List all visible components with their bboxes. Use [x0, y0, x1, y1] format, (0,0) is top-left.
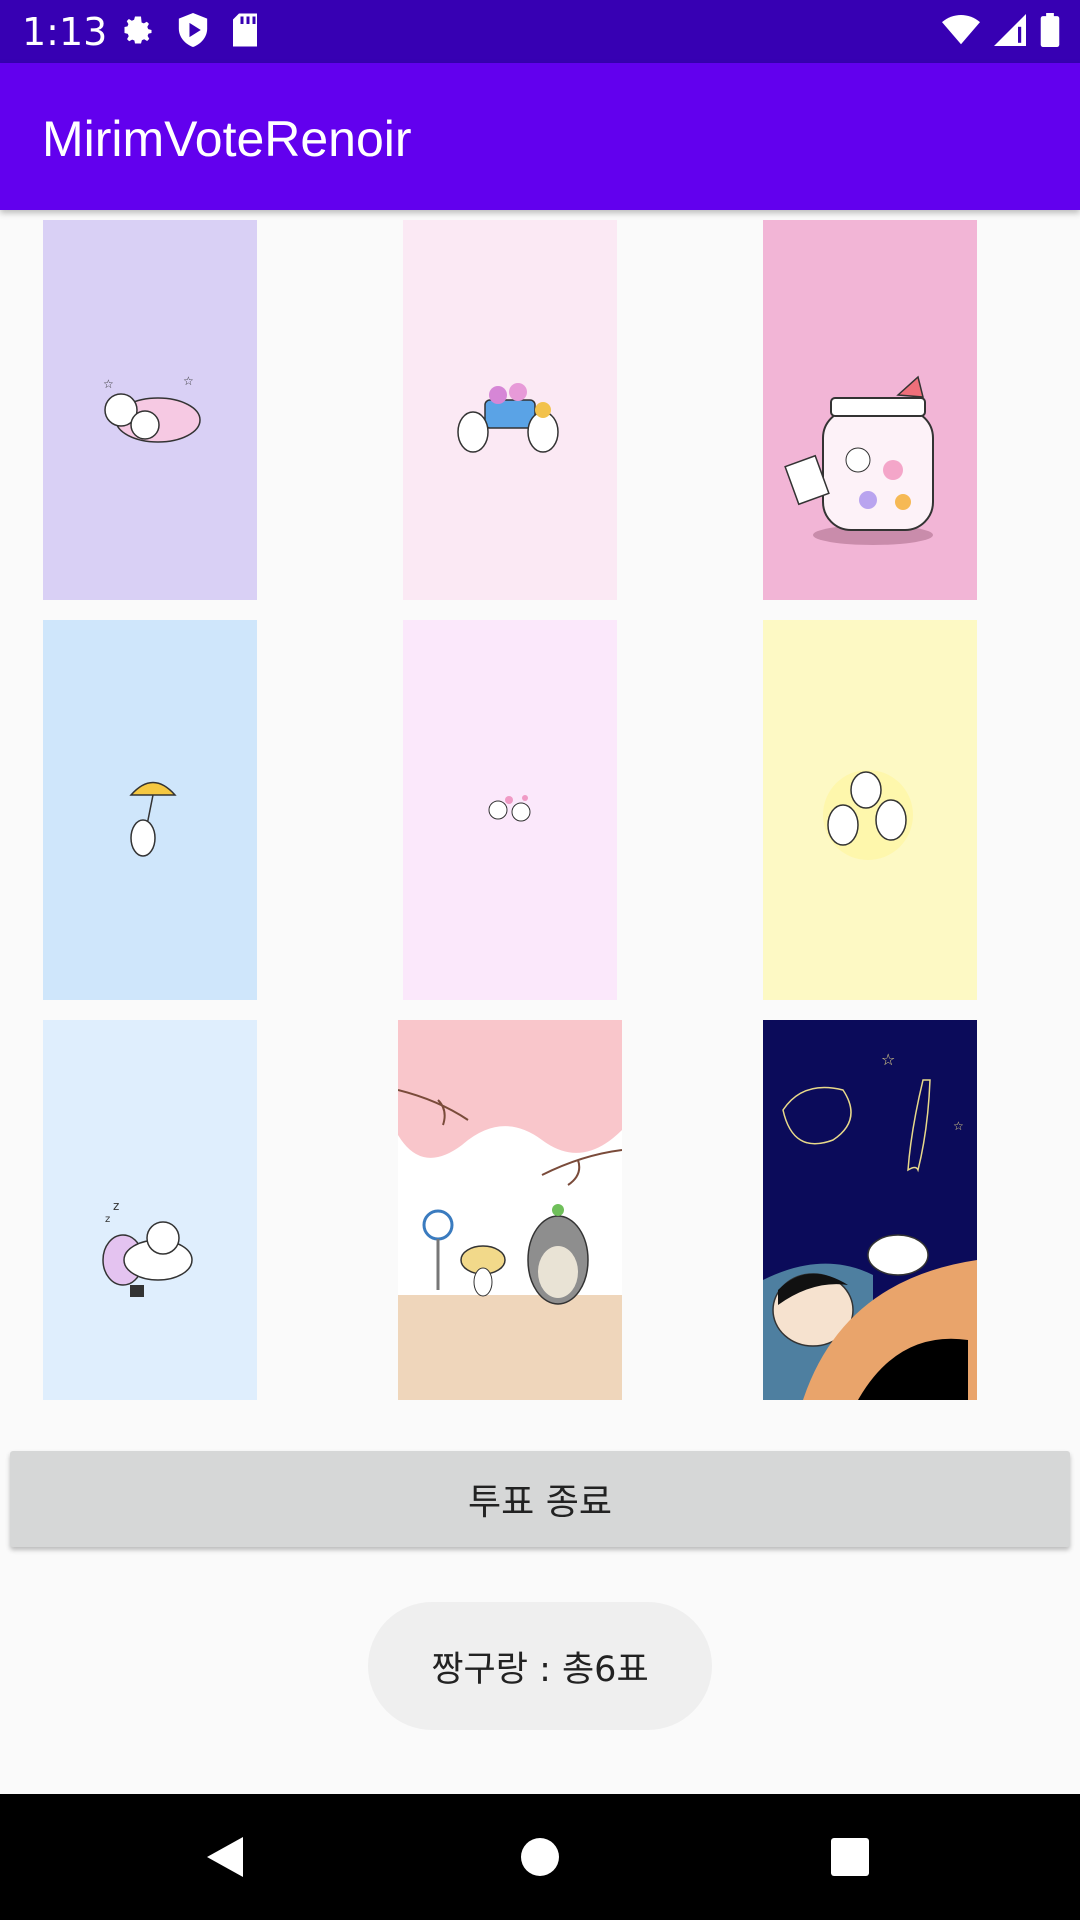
vote-image-9[interactable]: ☆ ☆	[763, 1020, 977, 1400]
home-icon[interactable]	[480, 1794, 600, 1920]
status-icons-left	[120, 12, 260, 52]
end-vote-button[interactable]: 투표 종료	[10, 1451, 1070, 1547]
vote-result-toast: 짱구랑 : 총6표	[368, 1602, 712, 1730]
vote-image-8[interactable]	[398, 1020, 622, 1400]
sd-card-icon	[230, 12, 260, 52]
app-title: MirimVoteRenoir	[42, 111, 412, 167]
vote-image-5[interactable]	[403, 620, 617, 1000]
app-bar: MirimVoteRenoir	[0, 63, 1080, 210]
signal-icon	[994, 14, 1026, 50]
svg-text:☆: ☆	[881, 1050, 895, 1069]
vote-image-6[interactable]	[763, 620, 977, 1000]
svg-text:z: z	[113, 1199, 119, 1213]
svg-text:☆: ☆	[183, 374, 194, 388]
battery-icon	[1040, 13, 1060, 51]
gear-icon	[120, 12, 156, 52]
svg-text:z: z	[105, 1214, 110, 1225]
vote-image-1[interactable]: ☆ ☆	[43, 220, 257, 600]
vote-image-2[interactable]	[403, 220, 617, 600]
wifi-icon	[942, 14, 980, 50]
vote-image-3[interactable]	[763, 220, 977, 600]
status-bar: 1:13	[0, 0, 1080, 63]
svg-text:☆: ☆	[953, 1119, 964, 1133]
play-protect-icon	[176, 11, 210, 53]
vote-image-4[interactable]	[43, 620, 257, 1000]
vote-image-7[interactable]: z z	[43, 1020, 257, 1400]
navigation-bar	[0, 1794, 1080, 1920]
status-time: 1:13	[22, 10, 108, 54]
recents-icon[interactable]	[790, 1794, 910, 1920]
svg-text:☆: ☆	[103, 377, 114, 391]
status-icons-right	[942, 12, 1060, 52]
back-icon[interactable]	[165, 1794, 285, 1920]
